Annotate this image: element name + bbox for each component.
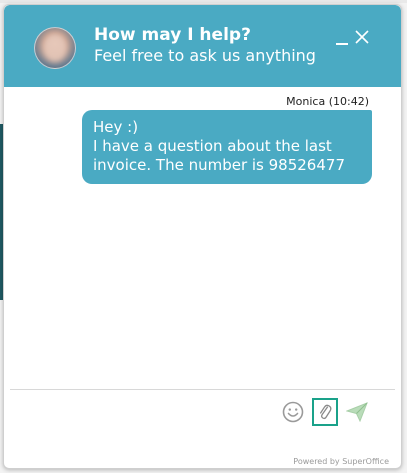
chat-header: How may I help? Feel free to ask us anyt… — [4, 5, 401, 87]
message-bubble: Hey :) I have a question about the last … — [82, 110, 372, 184]
close-button[interactable] — [354, 29, 372, 47]
message-input[interactable] — [14, 397, 278, 429]
page-top-edge — [0, 0, 407, 3]
chat-subtitle: Feel free to ask us anything — [94, 46, 316, 65]
composer-divider — [10, 389, 395, 390]
chat-title: How may I help? — [94, 25, 251, 45]
paper-plane-icon — [346, 402, 368, 422]
message-list[interactable]: Monica (10:42) Hey :) I have a question … — [4, 87, 401, 389]
minimize-button[interactable] — [334, 29, 352, 47]
message-meta: Monica (10:42) — [286, 95, 369, 108]
attach-button[interactable] — [312, 398, 338, 426]
agent-avatar — [34, 27, 76, 69]
avatar-face — [43, 34, 67, 62]
paperclip-icon — [319, 404, 332, 420]
send-button[interactable] — [344, 399, 370, 425]
chat-widget: How may I help? Feel free to ask us anyt… — [3, 4, 402, 469]
minimize-icon — [336, 43, 348, 45]
smiley-icon — [282, 401, 304, 423]
powered-by: Powered by SuperOffice — [293, 457, 389, 466]
close-icon — [355, 30, 369, 44]
emoji-button[interactable] — [280, 399, 306, 425]
